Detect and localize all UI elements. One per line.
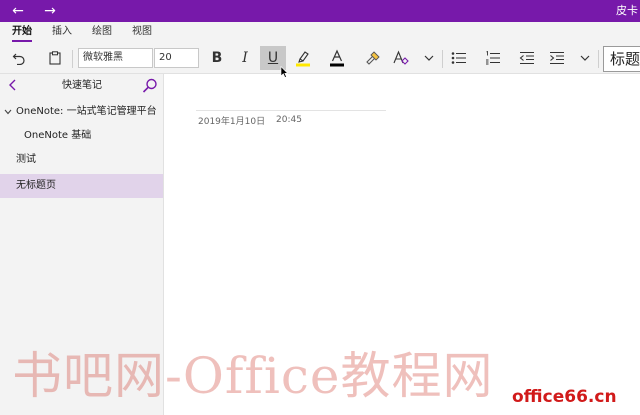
chevron-down-icon [580,55,590,61]
tab-view[interactable]: 视图 [132,26,152,38]
clear-format-button[interactable] [388,46,414,70]
format-painter-icon [366,51,380,65]
clipboard-icon [49,51,61,65]
toolbar-divider [598,50,599,68]
ribbon-toolbar: 微软雅黑 20 B I U 标题 [0,42,640,74]
highlighter-icon [296,51,310,67]
bullet-list-button[interactable] [446,46,472,70]
forward-button[interactable]: → [36,2,64,20]
undo-button[interactable] [6,46,32,70]
section-label: OneNote: 一站式笔记管理平台 [16,106,157,117]
italic-button[interactable]: I [232,46,258,70]
indent-icon [550,51,564,65]
decrease-indent-button[interactable] [514,46,540,70]
window-title: 皮卡 [616,4,638,17]
chevron-down-icon [424,55,434,61]
page-time: 20:45 [276,115,302,125]
watermark-logo: office66.cn [512,387,617,407]
bold-button[interactable]: B [204,46,230,70]
section-item-onenote[interactable]: OneNote: 一站式笔记管理平台 [0,100,163,124]
paragraph-more-dropdown[interactable] [572,46,598,70]
page-title-field[interactable] [196,110,386,111]
back-button[interactable]: ← [4,2,32,20]
search-button[interactable] [142,78,158,94]
tab-insert[interactable]: 插入 [52,26,72,38]
font-size-field[interactable]: 20 [154,48,199,68]
section-label: 测试 [16,154,36,165]
font-color-icon [330,49,344,67]
format-painter-button[interactable] [360,46,386,70]
clear-formatting-icon [393,50,409,65]
font-color-button[interactable] [324,46,350,70]
search-icon [142,78,157,93]
highlight-button[interactable] [290,46,316,70]
title-bar: ← → 皮卡 [0,0,640,22]
page-label: OneNote 基础 [24,130,92,141]
bullet-list-icon [451,52,466,64]
font-name-field[interactable]: 微软雅黑 [78,48,153,68]
outdent-icon [519,51,534,65]
page-item-untitled[interactable]: 无标题页 [0,174,163,198]
more-formatting-dropdown[interactable] [416,46,442,70]
notebook-name: 快速笔记 [62,80,102,91]
numbered-list-icon [486,51,500,65]
mouse-cursor-icon [280,66,288,78]
watermark-text: 书吧网-Office教程网 [12,347,494,405]
ribbon-tabs: 开始 插入 绘图 视图 [0,22,640,42]
toolbar-divider [72,50,73,68]
notebook-header: 快速笔记 [0,74,164,98]
page-label: 无标题页 [16,180,56,191]
paste-button[interactable] [42,46,68,70]
section-item-test[interactable]: 测试 [0,148,163,172]
page-date: 2019年1月10日 [198,117,266,127]
page-item-onenote-basics[interactable]: OneNote 基础 [0,124,163,148]
undo-icon [12,53,25,65]
numbered-list-button[interactable] [480,46,506,70]
tab-home[interactable]: 开始 [12,26,32,42]
toolbar-divider [442,50,443,68]
tab-draw[interactable]: 绘图 [92,26,112,38]
increase-indent-button[interactable] [544,46,570,70]
heading-style-selector[interactable]: 标题 [603,46,640,72]
